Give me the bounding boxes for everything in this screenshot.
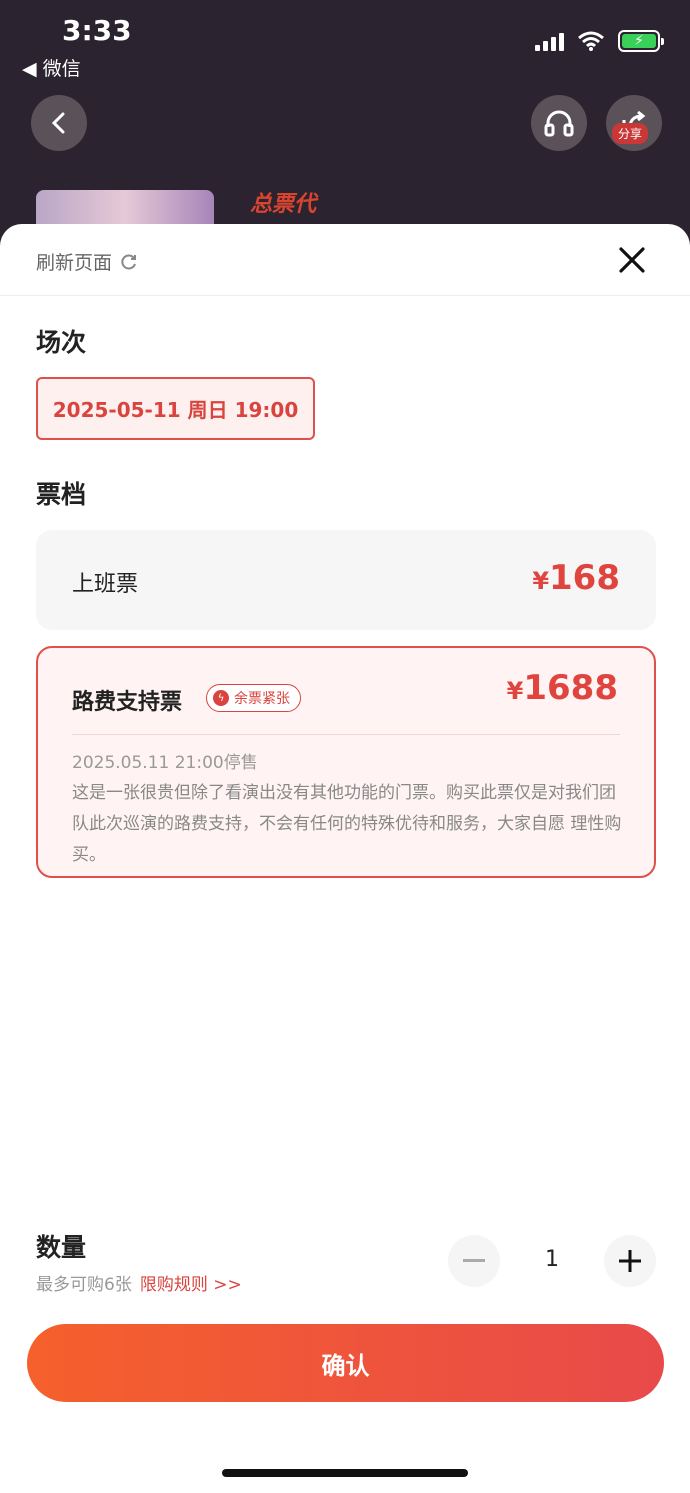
- wifi-icon: [578, 31, 604, 51]
- currency-symbol: ¥: [532, 567, 550, 595]
- signal-icon: [535, 31, 564, 51]
- chevron-left-icon: [51, 112, 65, 134]
- purchase-rules-link[interactable]: 限购规则 >>: [140, 1275, 242, 1295]
- share-label: 分享: [612, 123, 649, 144]
- quantity-value: 1: [545, 1247, 559, 1272]
- decrease-button[interactable]: [448, 1235, 500, 1287]
- close-icon[interactable]: [616, 244, 648, 276]
- confirm-button[interactable]: 确认: [27, 1324, 664, 1402]
- sheet-header: 刷新页面: [0, 224, 690, 296]
- minus-icon: [463, 1259, 485, 1262]
- quantity-title: 数量: [36, 1233, 87, 1262]
- ticket-option-selected[interactable]: 路费支持票 ϟ 余票紧张 ¥1688 2025.05.11 21:00停售 这是…: [36, 646, 656, 878]
- ticket-description: 这是一张很贵但除了看演出没有其他功能的门票。购买此票仅是对我们团队此次巡演的路费…: [72, 783, 622, 865]
- plus-icon: [619, 1250, 641, 1272]
- lightning-icon: ϟ: [213, 690, 229, 706]
- status-icons: ⚡: [535, 30, 664, 52]
- home-indicator: [222, 1469, 468, 1477]
- ticket-selection-sheet: 刷新页面 场次 2025-05-11 周日 19:00 票档 上班票 ¥168 …: [0, 224, 690, 1493]
- promo-logo: 总票代: [250, 192, 317, 217]
- headphones-icon: [544, 110, 574, 137]
- back-to-app-link[interactable]: ◀ 微信: [22, 54, 81, 81]
- ticket-option[interactable]: 上班票 ¥168: [36, 530, 656, 630]
- session-title: 场次: [36, 328, 87, 357]
- price-value: 1688: [523, 668, 618, 708]
- refresh-button[interactable]: 刷新页面: [36, 248, 138, 275]
- tier-title: 票档: [36, 480, 87, 509]
- price-value: 168: [549, 558, 620, 598]
- ticket-name: 路费支持票: [72, 690, 183, 715]
- session-option-selected[interactable]: 2025-05-11 周日 19:00: [36, 377, 315, 440]
- quantity-limit-row: 最多可购6张 限购规则 >>: [36, 1270, 242, 1295]
- currency-symbol: ¥: [506, 677, 524, 705]
- back-button[interactable]: [31, 95, 87, 151]
- ticket-name: 上班票: [72, 572, 139, 597]
- stock-badge: ϟ 余票紧张: [206, 684, 301, 712]
- customer-service-button[interactable]: [531, 95, 587, 151]
- badge-label: 余票紧张: [234, 691, 290, 707]
- increase-button[interactable]: [604, 1235, 656, 1287]
- refresh-icon: [121, 253, 137, 269]
- sale-stop-time: 2025.05.11 21:00停售: [72, 753, 258, 773]
- quantity-limit: 最多可购6张: [36, 1275, 132, 1295]
- status-time: 3:33: [62, 14, 132, 47]
- ticket-price: ¥168: [532, 558, 620, 598]
- divider: [72, 734, 620, 735]
- ticket-price: ¥1688: [507, 668, 618, 708]
- refresh-label: 刷新页面: [36, 252, 113, 274]
- battery-icon: ⚡: [618, 30, 664, 52]
